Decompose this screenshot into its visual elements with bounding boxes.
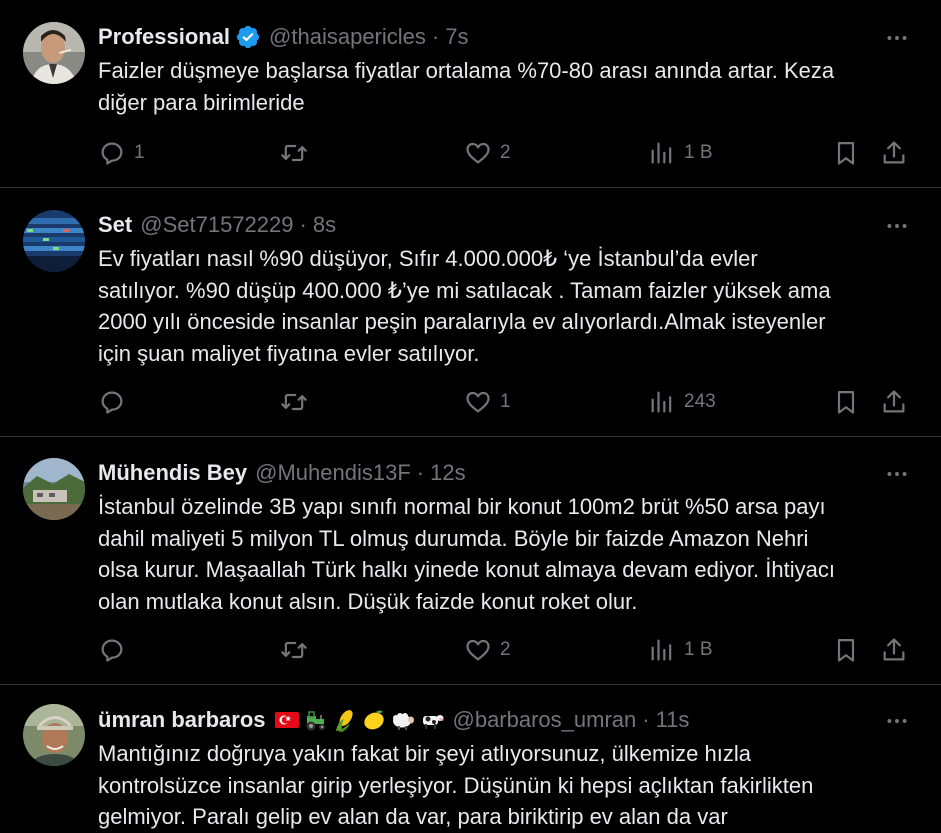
heart-icon	[466, 639, 490, 661]
like-count: 2	[500, 639, 511, 660]
timestamp[interactable]: 7s	[445, 24, 468, 50]
bookmark-icon	[837, 638, 855, 662]
share-button[interactable]	[880, 388, 908, 416]
avatar[interactable]	[23, 458, 85, 520]
bookmark-button[interactable]	[832, 388, 860, 416]
avatar[interactable]	[23, 22, 85, 84]
share-button[interactable]	[880, 636, 908, 664]
avatar[interactable]	[23, 210, 85, 272]
more-options-icon[interactable]	[881, 460, 913, 488]
reply-icon	[101, 391, 123, 414]
author-name[interactable]: ümran barbaros	[98, 707, 266, 733]
separator-dot: ·	[299, 212, 307, 237]
man-with-cap-avatar	[23, 704, 85, 766]
timestamp[interactable]: 11s	[656, 707, 690, 733]
analytics-icon	[651, 639, 672, 661]
bookmark-button[interactable]	[832, 636, 860, 664]
retweet-icon	[281, 641, 307, 659]
tweet[interactable]: ümran barbaros @barbaros_umran · 11s Man…	[0, 685, 941, 832]
bookmark-button[interactable]	[832, 139, 860, 167]
bookmark-icon	[837, 390, 855, 414]
separator-dot: ·	[431, 24, 440, 49]
reply-button[interactable]: 1	[98, 139, 145, 167]
tweet-text: Ev fiyatları nasıl %90 düşüyor, Sıfır 4.…	[98, 246, 831, 366]
heart-icon	[466, 391, 490, 413]
tractor-icon	[303, 707, 329, 733]
tweet-header: Set @Set71572229 · 8s	[98, 208, 913, 242]
separator-dot: ·	[642, 707, 650, 732]
tweet-text: Mantığınız doğruya yakın fakat bir şeyi …	[98, 741, 814, 829]
tweet-text: Faizler düşmeye başlarsa fiyatlar ortala…	[98, 58, 835, 115]
share-icon	[883, 638, 905, 661]
lemon-icon	[361, 707, 387, 733]
sheep-icon	[390, 707, 416, 733]
more-options-icon[interactable]	[881, 24, 913, 52]
tweet-actions: 1 243	[98, 386, 913, 418]
views-button[interactable]: 1 B	[648, 636, 713, 664]
more-options-icon[interactable]	[881, 707, 913, 735]
view-count: 1 B	[684, 639, 713, 660]
author-name[interactable]: Mühendis Bey	[98, 460, 247, 486]
timestamp[interactable]: 8s	[313, 212, 336, 238]
reply-count: 1	[134, 142, 145, 163]
tweet[interactable]: Mühendis Bey @Muhendis13F · 12s İstanbul…	[0, 437, 941, 685]
tweet[interactable]: Set @Set71572229 · 8s Ev fiyatları nasıl…	[0, 188, 941, 437]
retweet-button[interactable]	[280, 388, 316, 416]
views-button[interactable]: 243	[648, 388, 716, 416]
more-options-icon[interactable]	[881, 212, 913, 240]
analytics-icon	[651, 391, 672, 413]
retweet-icon	[281, 144, 307, 162]
tweet[interactable]: Professional @thaisapericles · 7s Faizle…	[0, 0, 941, 188]
author-name[interactable]: Professional	[98, 24, 230, 50]
views-button[interactable]: 1 B	[648, 139, 713, 167]
tweet-header: ümran barbaros @barbaros_umran · 11s	[98, 703, 913, 737]
verified-badge-icon	[235, 24, 261, 50]
timestamp[interactable]: 12s	[430, 460, 465, 486]
cow-icon	[419, 707, 445, 733]
separator-dot: ·	[416, 460, 425, 485]
author-handle[interactable]: @Set71572229	[140, 212, 293, 238]
author-handle[interactable]: @Muhendis13F	[255, 460, 411, 486]
retweet-icon	[281, 393, 307, 411]
reply-button[interactable]	[98, 388, 134, 416]
retweet-button[interactable]	[280, 636, 316, 664]
stock-board-avatar	[23, 210, 85, 272]
turkey-flag-icon	[274, 707, 300, 733]
author-handle[interactable]: @thaisapericles	[269, 24, 426, 50]
tweet-feed: Professional @thaisapericles · 7s Faizle…	[0, 0, 941, 832]
share-icon	[883, 141, 905, 164]
tweet-text: İstanbul özelinde 3B yapı sınıfı normal …	[98, 494, 835, 614]
name-emojis	[274, 707, 445, 733]
like-count: 2	[500, 142, 511, 163]
view-count: 1 B	[684, 142, 713, 163]
avatar[interactable]	[23, 704, 85, 766]
like-button[interactable]: 1	[464, 388, 511, 416]
like-count: 1	[500, 391, 511, 412]
tweet-header: Professional @thaisapericles · 7s	[98, 20, 913, 54]
like-button[interactable]: 2	[464, 636, 511, 664]
corn-icon	[332, 707, 358, 733]
reply-button[interactable]	[98, 636, 134, 664]
heart-icon	[466, 142, 490, 164]
analytics-icon	[651, 142, 672, 164]
tweet-header: Mühendis Bey @Muhendis13F · 12s	[98, 456, 913, 490]
retweet-button[interactable]	[280, 139, 316, 167]
author-name[interactable]: Set	[98, 212, 132, 238]
author-handle[interactable]: @barbaros_umran	[453, 707, 637, 733]
share-button[interactable]	[880, 139, 908, 167]
reply-icon	[101, 639, 123, 662]
tweet-actions: 1 2 1 B	[98, 137, 913, 169]
like-button[interactable]: 2	[464, 139, 511, 167]
man-portrait-avatar	[23, 22, 85, 84]
landscape-avatar	[23, 458, 85, 520]
bookmark-icon	[837, 141, 855, 165]
tweet-actions: 2 1 B	[98, 634, 913, 666]
share-icon	[883, 390, 905, 413]
view-count: 243	[684, 391, 716, 412]
reply-icon	[101, 142, 123, 165]
